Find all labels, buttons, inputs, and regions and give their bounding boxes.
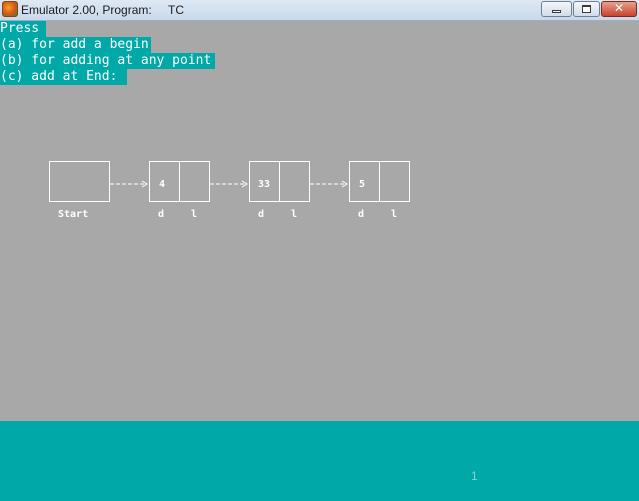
node-2-link-cell: [279, 161, 310, 202]
node-3-value: 5: [359, 179, 366, 190]
node-2-data-label: d: [258, 209, 265, 220]
node-2-data-cell: 33: [249, 161, 280, 202]
node-3-link-label: l: [391, 209, 398, 220]
start-box: [49, 161, 110, 202]
node-1-data-label: d: [158, 209, 165, 220]
node-2-value: 33: [258, 179, 271, 190]
node-1-data-cell: 4: [149, 161, 180, 202]
node-3-data-label: d: [358, 209, 365, 220]
node-1-value: 4: [159, 179, 166, 190]
node-2-link-label: l: [291, 209, 298, 220]
node-3-data-cell: 5: [349, 161, 380, 202]
start-label: Start: [58, 209, 89, 220]
node-3-link-cell: [379, 161, 410, 202]
page-number: 1: [471, 469, 478, 483]
node-1-link-label: l: [191, 209, 198, 220]
status-bar: [0, 421, 639, 501]
node-1-link-cell: [179, 161, 210, 202]
